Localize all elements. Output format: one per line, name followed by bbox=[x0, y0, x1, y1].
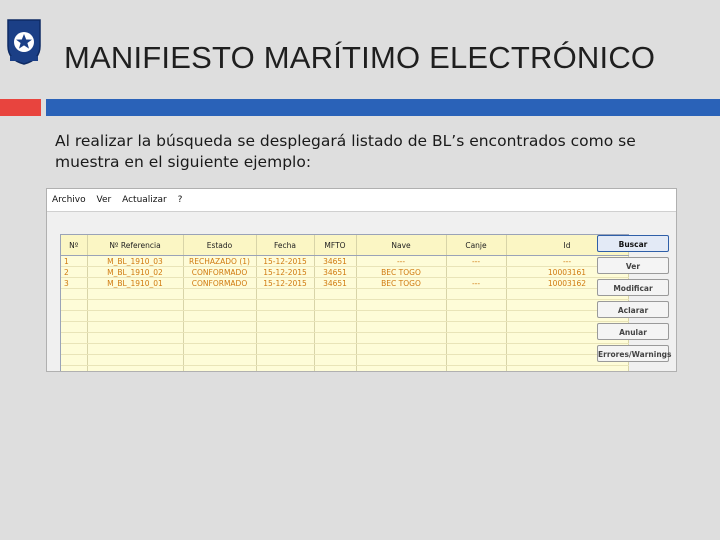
cell-canje: --- bbox=[446, 277, 507, 289]
cell-estado: CONFORMADO bbox=[183, 266, 257, 278]
menu-help[interactable]: ? bbox=[173, 189, 186, 205]
cell-referencia: M_BL_1910_03 bbox=[87, 255, 184, 267]
menu-actualizar[interactable]: Actualizar bbox=[117, 189, 170, 205]
empty-row bbox=[61, 365, 629, 371]
ver-button[interactable]: Ver bbox=[597, 257, 669, 274]
col-fecha[interactable]: Fecha bbox=[256, 235, 315, 256]
empty-row bbox=[61, 354, 629, 366]
col-referencia[interactable]: Nº Referencia bbox=[87, 235, 184, 256]
empty-row bbox=[61, 321, 629, 333]
buscar-button[interactable]: Buscar bbox=[597, 235, 669, 252]
cell-fecha: 15-12-2015 bbox=[256, 266, 315, 278]
errores-warnings-button[interactable]: Errores/Warnings bbox=[597, 345, 672, 362]
cell-mfto: 34651 bbox=[314, 277, 357, 289]
table-header-row: Nº Nº Referencia Estado Fecha MFTO Nave … bbox=[61, 235, 629, 256]
empty-row bbox=[61, 343, 629, 355]
table-row[interactable]: 1 M_BL_1910_03 RECHAZADO (1) 15-12-2015 … bbox=[61, 255, 629, 267]
cell-referencia: M_BL_1910_02 bbox=[87, 266, 184, 278]
body-text: Al realizar la búsqueda se desplegará li… bbox=[55, 132, 636, 171]
action-buttons: Buscar Ver Modificar Aclarar Anular Erro… bbox=[597, 235, 672, 367]
table-row[interactable]: 2 M_BL_1910_02 CONFORMADO 15-12-2015 346… bbox=[61, 266, 629, 278]
col-canje[interactable]: Canje bbox=[446, 235, 507, 256]
page-title: MANIFIESTO MARÍTIMO ELECTRÓNICO bbox=[64, 40, 656, 75]
cell-canje: --- bbox=[446, 255, 507, 267]
menu-bar: Archivo Ver Actualizar ? bbox=[47, 189, 676, 212]
cell-mfto: 34651 bbox=[314, 255, 357, 267]
results-table: Nº Nº Referencia Estado Fecha MFTO Nave … bbox=[61, 235, 629, 371]
accent-bar-blue bbox=[46, 99, 720, 116]
cell-fecha: 15-12-2015 bbox=[256, 277, 315, 289]
empty-row bbox=[61, 310, 629, 322]
aduanas-logo bbox=[7, 19, 41, 65]
results-grid: Nº Nº Referencia Estado Fecha MFTO Nave … bbox=[60, 234, 629, 371]
cell-mfto: 34651 bbox=[314, 266, 357, 278]
cell-nave: BEC TOGO bbox=[356, 277, 447, 289]
empty-row bbox=[61, 288, 629, 300]
aclarar-button[interactable]: Aclarar bbox=[597, 301, 669, 318]
col-mfto[interactable]: MFTO bbox=[314, 235, 357, 256]
empty-row bbox=[61, 299, 629, 311]
cell-referencia: M_BL_1910_01 bbox=[87, 277, 184, 289]
table-row[interactable]: 3 M_BL_1910_01 CONFORMADO 15-12-2015 346… bbox=[61, 277, 629, 289]
cell-numero: 1 bbox=[61, 255, 88, 267]
cell-estado: CONFORMADO bbox=[183, 277, 257, 289]
modificar-button[interactable]: Modificar bbox=[597, 279, 669, 296]
col-numero[interactable]: Nº bbox=[61, 235, 88, 256]
accent-bar-red bbox=[0, 99, 41, 116]
cell-canje bbox=[446, 266, 507, 278]
anular-button[interactable]: Anular bbox=[597, 323, 669, 340]
cell-fecha: 15-12-2015 bbox=[256, 255, 315, 267]
app-screenshot: Archivo Ver Actualizar ? Nº Nº Referenci… bbox=[46, 188, 677, 372]
col-estado[interactable]: Estado bbox=[183, 235, 257, 256]
cell-estado: RECHAZADO (1) bbox=[183, 255, 257, 267]
menu-archivo[interactable]: Archivo bbox=[47, 189, 89, 205]
empty-row bbox=[61, 332, 629, 344]
cell-numero: 2 bbox=[61, 266, 88, 278]
menu-ver[interactable]: Ver bbox=[92, 189, 115, 205]
col-nave[interactable]: Nave bbox=[356, 235, 447, 256]
cell-numero: 3 bbox=[61, 277, 88, 289]
cell-nave: --- bbox=[356, 255, 447, 267]
cell-nave: BEC TOGO bbox=[356, 266, 447, 278]
